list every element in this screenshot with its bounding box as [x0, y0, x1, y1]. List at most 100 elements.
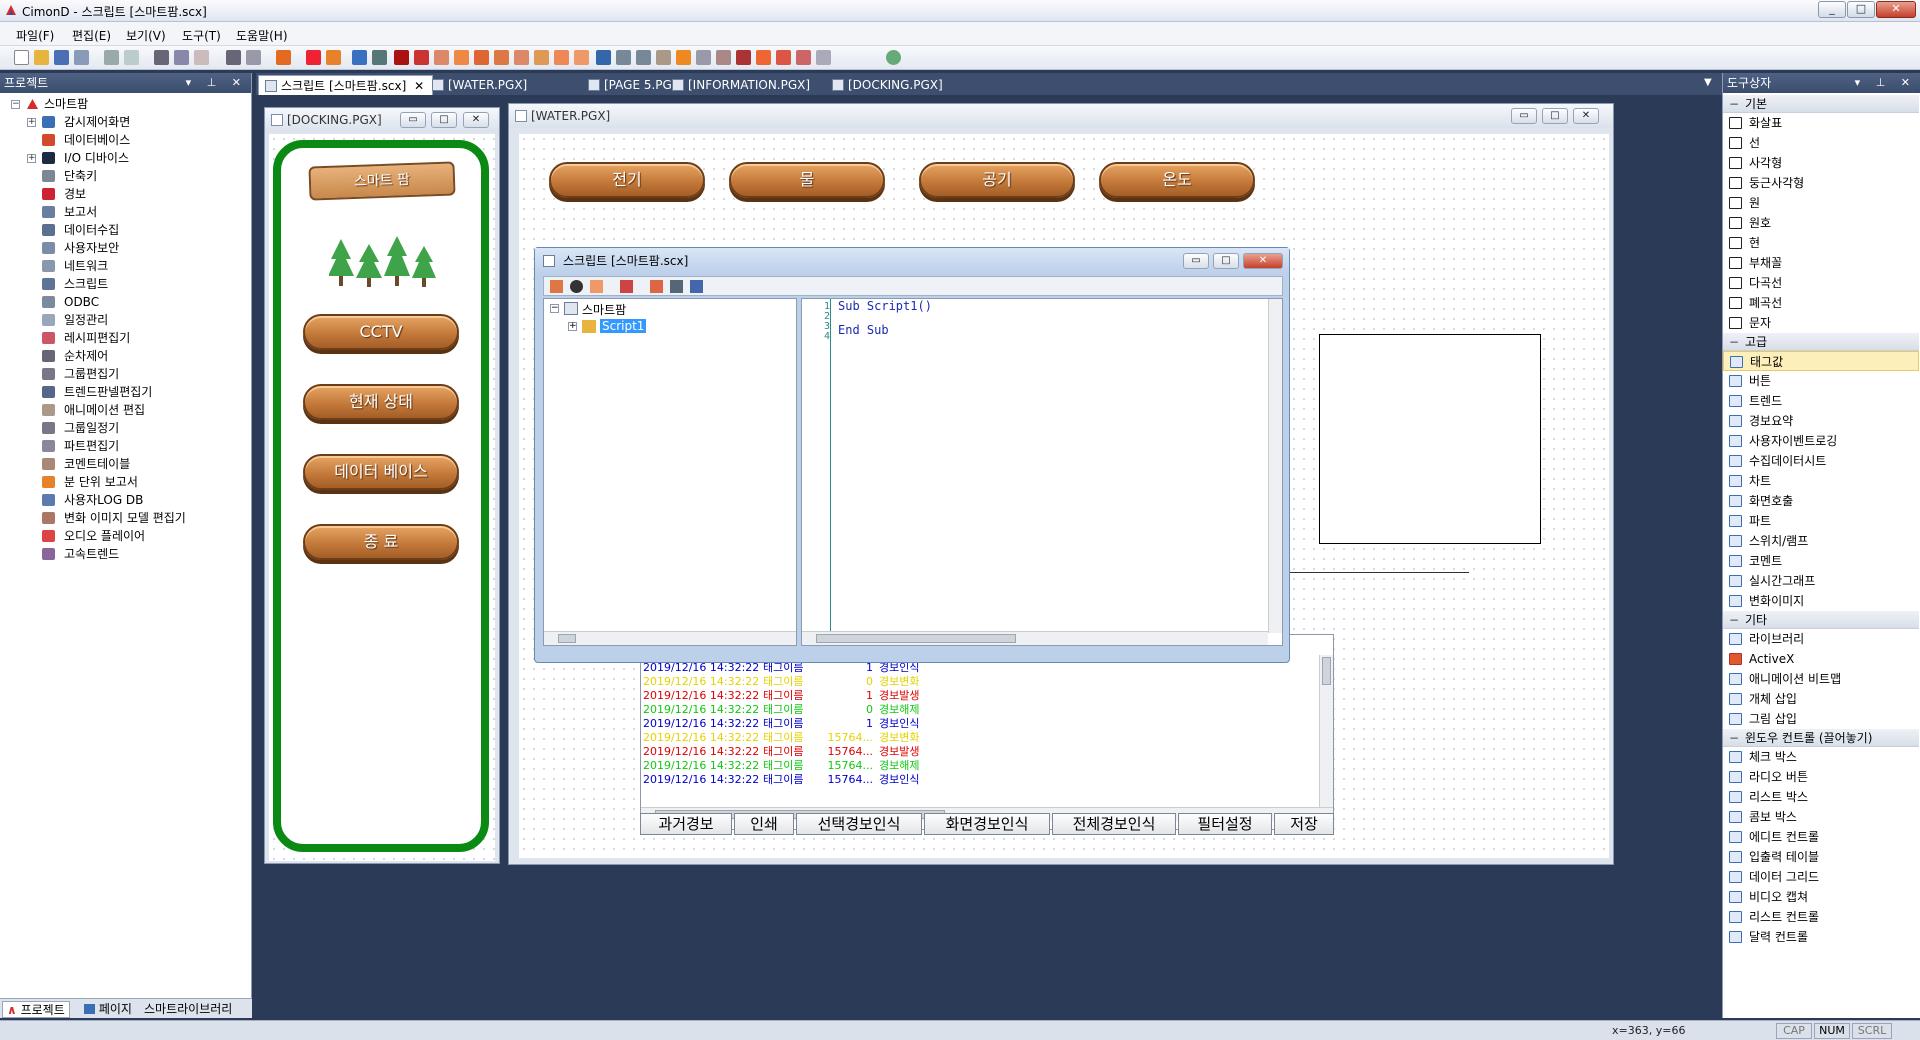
tree-item[interactable]: 스크립트 [0, 275, 252, 293]
delete-icon[interactable] [276, 50, 291, 65]
menu-help[interactable]: 도움말(H) [236, 27, 288, 44]
toolbox-item[interactable]: 리스트 컨트롤 [1723, 907, 1919, 927]
doc-tab-information[interactable]: [INFORMATION.PGX] [666, 75, 818, 95]
tab-list-chevron-icon[interactable]: ▼ [1704, 77, 1712, 88]
tree-root[interactable]: − 스마트팜 [0, 95, 252, 113]
close-tab-icon[interactable]: ✕ [414, 79, 424, 93]
rectangle-shape[interactable] [1319, 334, 1541, 544]
tree-item[interactable]: + I/O 디바이스 [0, 149, 252, 167]
menu-tools[interactable]: 도구(T) [182, 27, 221, 44]
toolbox-item[interactable]: 수집데이터시트 [1723, 451, 1919, 471]
water-button[interactable]: 물 [729, 162, 885, 198]
tree-item[interactable]: 경보 [0, 185, 252, 203]
open-folder-icon[interactable] [34, 50, 49, 65]
grid-icon[interactable] [590, 280, 603, 293]
tree-item[interactable]: 일정관리 [0, 311, 252, 329]
minimize-button[interactable]: ▭ [1183, 253, 1209, 269]
panel-pin-icon[interactable]: ▾ ⊥ ✕ [1855, 73, 1916, 93]
cut-icon[interactable] [620, 280, 633, 293]
option-icon[interactable] [816, 50, 831, 65]
toolbox-item[interactable]: 선 [1723, 133, 1919, 153]
toolbox-section[interactable]: 윈도우 컨트롤 (끌어놓기) [1723, 729, 1919, 747]
info-icon[interactable] [570, 280, 583, 293]
toolbox-item[interactable]: 비디오 캡쳐 [1723, 887, 1919, 907]
tree-item[interactable]: 단축키 [0, 167, 252, 185]
script-tree-root[interactable]: 스마트팜 [582, 301, 626, 318]
close-button[interactable]: ✕ [463, 112, 489, 128]
toolbox-item[interactable]: 트렌드 [1723, 391, 1919, 411]
data-collect-icon[interactable] [534, 50, 549, 65]
cut-icon[interactable] [154, 50, 169, 65]
scroll-thumb[interactable] [558, 634, 576, 643]
toolbox-item[interactable]: 폐곡선 [1723, 293, 1919, 313]
tree-item[interactable]: 파트편집기 [0, 437, 252, 455]
tab-page[interactable]: 페이지 [80, 1001, 136, 1018]
tree-hscrollbar[interactable] [544, 631, 796, 645]
toolbox-item[interactable]: ActiveX [1723, 649, 1919, 669]
tree-item[interactable]: 보고서 [0, 203, 252, 221]
database-button[interactable]: 데이터 베이스 [303, 454, 459, 490]
code-hscrollbar[interactable] [802, 631, 1268, 645]
toolbox-item[interactable]: 입출력 테이블 [1723, 847, 1919, 867]
toolbox-item[interactable]: 라이브러리 [1723, 629, 1919, 649]
maximize-button[interactable]: □ [431, 112, 457, 128]
toolbox-item[interactable]: 원 [1723, 193, 1919, 213]
tab-smart-library[interactable]: 스마트라이브러리 [140, 1001, 236, 1018]
picture-icon[interactable] [776, 50, 791, 65]
tag-icon[interactable] [650, 280, 663, 293]
comment-icon[interactable] [656, 50, 671, 65]
log-icon[interactable] [696, 50, 711, 65]
tree-item[interactable]: 고속트렌드 [0, 545, 252, 563]
tree-item[interactable]: 순차제어 [0, 347, 252, 365]
expand-icon[interactable]: + [568, 322, 577, 331]
recipe-icon[interactable] [514, 50, 529, 65]
maximize-button[interactable]: □ [1213, 253, 1239, 269]
maximize-button[interactable]: □ [1542, 108, 1568, 124]
schedule-icon[interactable] [494, 50, 509, 65]
menu-edit[interactable]: 편집(E) [72, 27, 111, 44]
maximize-button[interactable]: □ [1847, 1, 1875, 18]
toolbox-item[interactable]: 화면호출 [1723, 491, 1919, 511]
find-icon[interactable] [226, 50, 241, 65]
toolbox-item[interactable]: 체크 박스 [1723, 747, 1919, 767]
toolbox-section[interactable]: 고급 [1723, 333, 1919, 351]
print-icon[interactable] [104, 50, 119, 65]
scroll-thumb[interactable] [816, 634, 1016, 643]
audio-icon[interactable] [736, 50, 751, 65]
tree-item[interactable]: ODBC [0, 293, 252, 311]
ack-selected-alarm-button[interactable]: 선택경보인식 [796, 813, 922, 835]
tree-item[interactable]: 변화 이미지 모델 편집기 [0, 509, 252, 527]
toolbox-item[interactable]: 차트 [1723, 471, 1919, 491]
toolbox-item[interactable]: 그림 삽입 [1723, 709, 1919, 729]
toolbox-item[interactable]: 라디오 버튼 [1723, 767, 1919, 787]
toolbox-item[interactable]: 달력 컨트롤 [1723, 927, 1919, 947]
menu-file[interactable]: 파일(F) [16, 27, 54, 44]
script-icon[interactable] [474, 50, 489, 65]
collapse-icon[interactable]: − [550, 304, 559, 313]
alarm-icon[interactable] [414, 50, 429, 65]
close-button[interactable]: ✕ [1876, 1, 1916, 18]
panel-pin-icon[interactable]: ▾ ⊥ ✕ [186, 73, 247, 93]
toolbox-item[interactable]: 리스트 박스 [1723, 787, 1919, 807]
temperature-button[interactable]: 온도 [1099, 162, 1255, 198]
fast-trend-icon[interactable] [756, 50, 771, 65]
monitor-icon[interactable] [690, 280, 703, 293]
toolbox-item[interactable]: 콤보 박스 [1723, 807, 1919, 827]
group-icon[interactable] [574, 50, 589, 65]
cctv-button[interactable]: CCTV [303, 314, 459, 350]
tree-item[interactable]: 사용자보안 [0, 239, 252, 257]
io-device-icon[interactable] [394, 50, 409, 65]
report-min-icon[interactable] [676, 50, 691, 65]
filter-settings-button[interactable]: 필터설정 [1178, 813, 1272, 835]
report-icon[interactable] [454, 50, 469, 65]
toolbox-item[interactable]: 변화이미지 [1723, 591, 1919, 611]
toolbox-item[interactable]: 태그값 [1723, 351, 1919, 371]
toolbox-item[interactable]: 사각형 [1723, 153, 1919, 173]
close-button[interactable]: ✕ [1573, 108, 1599, 124]
toolbox-item[interactable]: 부채꼴 [1723, 253, 1919, 273]
toolbox-item[interactable]: 사용자이벤트로깅 [1723, 431, 1919, 451]
tree-item[interactable]: 애니메이션 편집 [0, 401, 252, 419]
save-button[interactable]: 저장 [1274, 813, 1334, 835]
save-all-icon[interactable] [74, 50, 89, 65]
tree-item[interactable]: 데이터수집 [0, 221, 252, 239]
